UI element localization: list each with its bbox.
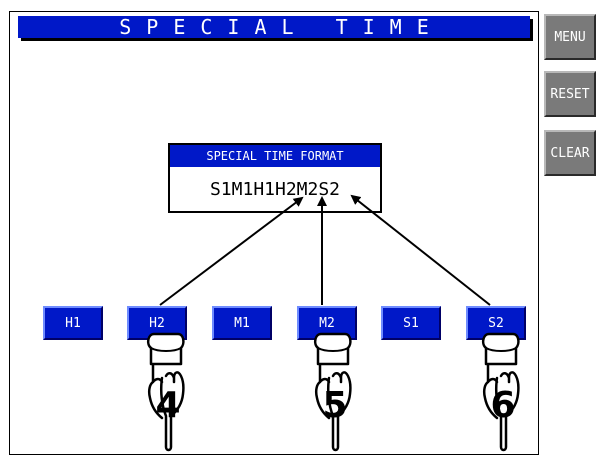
- arrow-icon: [350, 194, 491, 306]
- step-number: 6: [490, 385, 516, 426]
- arrow-icon: [159, 196, 304, 306]
- step-number: 5: [322, 385, 348, 426]
- step-number: 4: [155, 385, 181, 426]
